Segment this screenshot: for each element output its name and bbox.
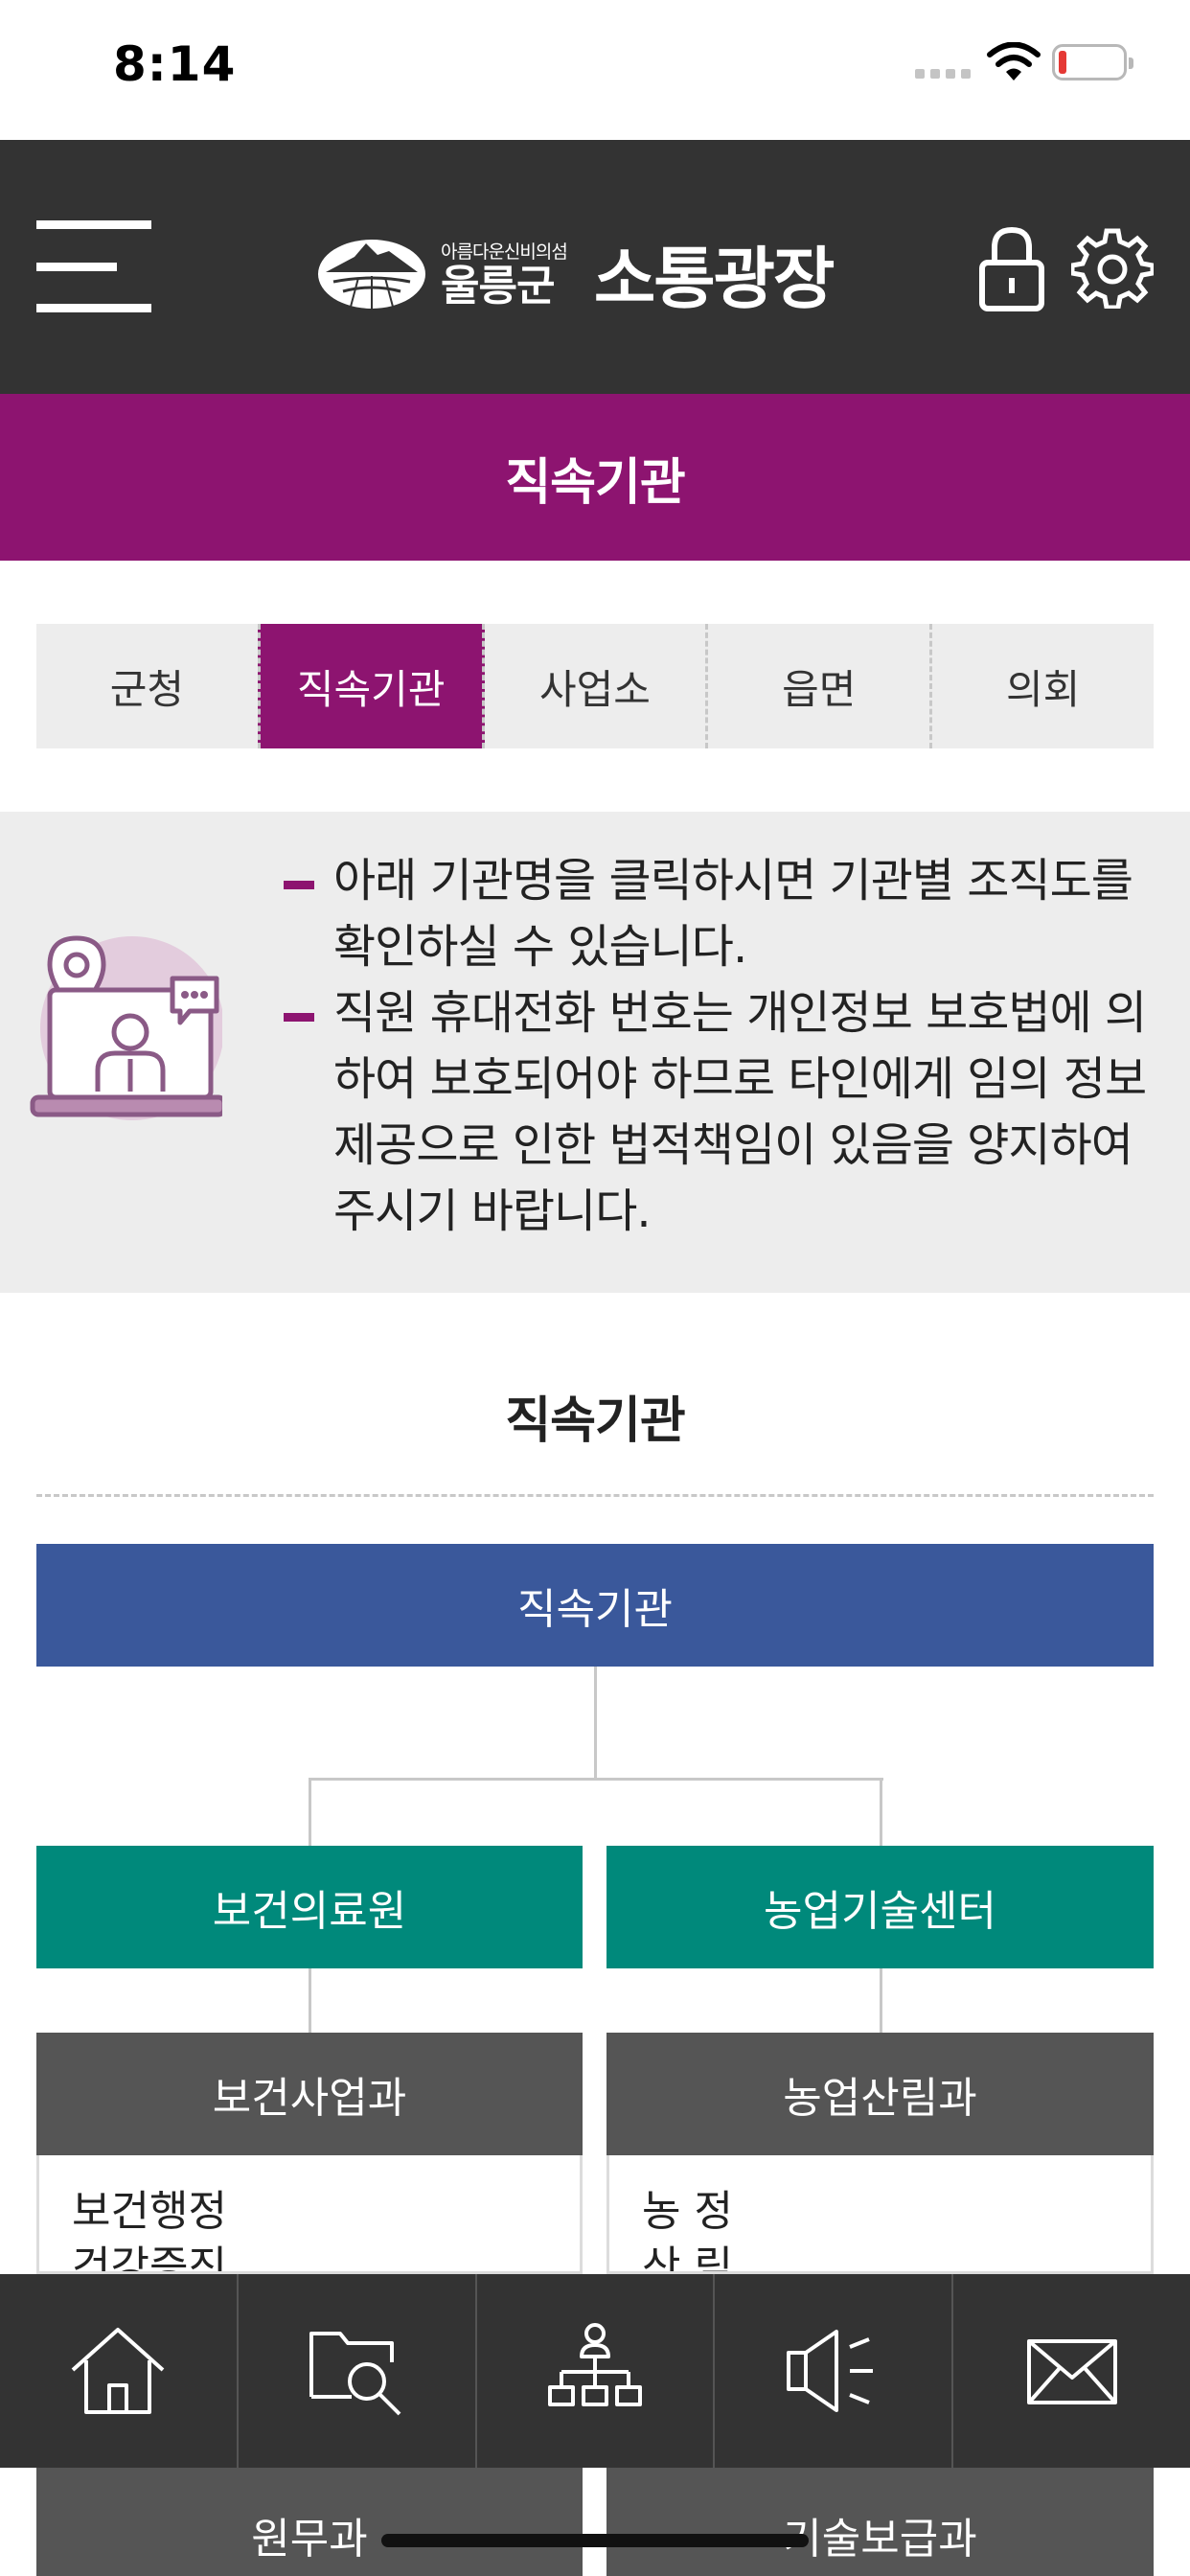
app-logo[interactable]: 아름다운신비의섬 울릉군 소통광장 [316, 230, 835, 318]
page-title: 직속기관 [505, 453, 685, 512]
battery-icon [1052, 44, 1133, 80]
megaphone-icon [786, 2330, 873, 2412]
mail-icon [1026, 2339, 1117, 2404]
nav-search-documents[interactable] [236, 2274, 475, 2468]
hamburger-line [36, 220, 151, 229]
folder-search-icon [309, 2332, 401, 2416]
org-team-list: 보건행정 건강증진 [36, 2155, 583, 2274]
notice-box: 아래 기관명을 클릭하시면 기관별 조직도를 확인하실 수 있습니다. 직원 휴… [0, 812, 1190, 1293]
home-icon [72, 2328, 165, 2414]
lock-icon[interactable] [977, 224, 1046, 312]
org-team-list: 농 정 산 림 [606, 2155, 1154, 2274]
notice-list: 아래 기관명을 클릭하시면 기관별 조직도를 확인하실 수 있습니다. 직원 휴… [284, 848, 1156, 1245]
tab-business-offices[interactable]: 사업소 [485, 624, 706, 748]
home-indicator[interactable] [381, 2534, 809, 2547]
nav-mail[interactable] [951, 2274, 1190, 2468]
org-team-item[interactable]: 건강증진 [72, 2240, 547, 2271]
tab-county-office[interactable]: 군청 [36, 624, 258, 748]
ulleung-emblem-icon [318, 240, 425, 309]
logo-county: 울릉군 [441, 261, 555, 310]
org-root-node[interactable]: 직속기관 [36, 1544, 1154, 1667]
connector-line [594, 1667, 597, 1780]
nav-org-chart[interactable] [474, 2274, 714, 2468]
logo-slogan: 아름다운신비의섬 [441, 241, 568, 263]
hamburger-line [36, 263, 117, 271]
logo-text-block: 아름다운신비의섬 울릉군 [441, 238, 568, 310]
tab-towns[interactable]: 읍면 [705, 624, 929, 748]
status-bar: 8:14 [0, 0, 1190, 140]
app-header: 아름다운신비의섬 울릉군 소통광장 [0, 140, 1190, 394]
org-department-general-affairs[interactable]: 원무과 [36, 2468, 583, 2576]
bottom-nav [0, 2274, 1190, 2468]
nav-home[interactable] [0, 2274, 237, 2468]
org-team-item[interactable]: 농 정 [642, 2184, 1118, 2240]
notice-item: 직원 휴대전화 번호는 개인정보 보호법에 의하여 보호되어야 하므로 타인에게… [284, 980, 1156, 1245]
section-divider [36, 1494, 1154, 1497]
notice-item: 아래 기관명을 클릭하시면 기관별 조직도를 확인하실 수 있습니다. [284, 848, 1156, 980]
org-team-item[interactable]: 산 림 [642, 2240, 1118, 2271]
nav-announcements[interactable] [713, 2274, 951, 2468]
page-title-band: 직속기관 [0, 394, 1190, 561]
connector-line [880, 1778, 882, 1847]
org-branch-agriculture-center[interactable]: 농업기술센터 [606, 1846, 1154, 1968]
tab-council[interactable]: 의회 [929, 624, 1154, 748]
connector-line [880, 1968, 882, 2034]
tab-affiliated-agencies[interactable]: 직속기관 [257, 624, 485, 748]
org-team-item[interactable]: 보건행정 [72, 2184, 547, 2240]
org-department-agriculture-forestry[interactable]: 농업산림과 [606, 2033, 1154, 2155]
connector-line [309, 1778, 311, 1847]
gear-icon[interactable] [1071, 226, 1154, 309]
org-department-health-projects[interactable]: 보건사업과 [36, 2033, 583, 2155]
logo-title: 소통광장 [593, 239, 835, 318]
connector-line [309, 1778, 883, 1781]
category-tabs: 군청 직속기관 사업소 읍면 의회 [36, 624, 1154, 748]
contact-person-icon [30, 935, 222, 1120]
connector-line [309, 1968, 311, 2034]
org-department-technology-extension[interactable]: 기술보급과 [606, 2468, 1154, 2576]
wifi-icon [987, 42, 1041, 80]
hamburger-line [36, 304, 151, 312]
section-heading: 직속기관 [505, 1392, 685, 1450]
org-chart-icon [547, 2323, 642, 2406]
cellular-signal-icon [915, 69, 971, 79]
org-branch-health-center[interactable]: 보건의료원 [36, 1846, 583, 1968]
status-time: 8:14 [113, 36, 237, 92]
menu-button[interactable] [36, 220, 151, 312]
